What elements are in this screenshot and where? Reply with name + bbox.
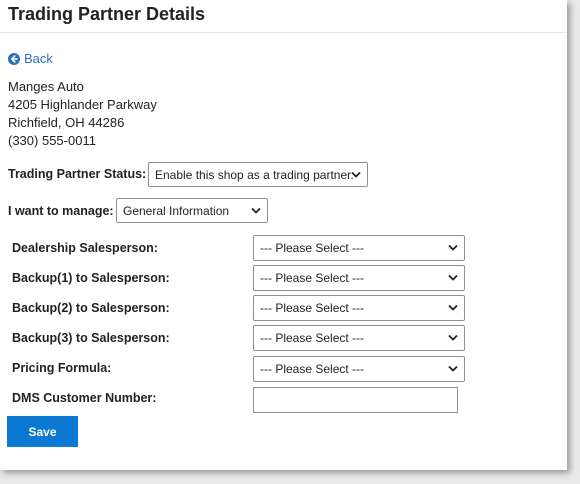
- back-link[interactable]: Back: [8, 51, 53, 66]
- manage-select-value: General Information: [123, 203, 230, 218]
- save-button[interactable]: Save: [7, 416, 78, 447]
- backup3-value: --- Please Select ---: [260, 331, 365, 345]
- dms-customer-number-input[interactable]: [253, 387, 458, 413]
- pricing-formula-select[interactable]: --- Please Select ---: [253, 356, 465, 382]
- backup2-label: Backup(2) to Salesperson:: [12, 301, 170, 315]
- status-select[interactable]: Enable this shop as a trading partner.: [148, 162, 368, 187]
- status-select-value: Enable this shop as a trading partner.: [155, 167, 354, 182]
- backup2-select[interactable]: --- Please Select ---: [253, 295, 465, 321]
- backup3-select[interactable]: --- Please Select ---: [253, 325, 465, 351]
- chevron-down-icon: [448, 274, 458, 281]
- pricing-formula-label: Pricing Formula:: [12, 361, 112, 375]
- back-link-label: Back: [24, 51, 53, 66]
- partner-address: Manges Auto 4205 Highlander Parkway Rich…: [8, 78, 157, 150]
- partner-name: Manges Auto: [8, 79, 84, 94]
- title-divider: [0, 32, 567, 33]
- backup2-value: --- Please Select ---: [260, 301, 365, 315]
- backup3-label: Backup(3) to Salesperson:: [12, 331, 170, 345]
- dealership-salesperson-value: --- Please Select ---: [260, 241, 365, 255]
- arrow-left-circle-icon: [8, 52, 20, 65]
- status-label: Trading Partner Status:: [8, 167, 147, 181]
- backup1-select[interactable]: --- Please Select ---: [253, 265, 465, 291]
- chevron-down-icon: [351, 171, 361, 178]
- dealership-salesperson-select[interactable]: --- Please Select ---: [253, 235, 465, 261]
- page-title: Trading Partner Details: [8, 4, 206, 24]
- manage-label: I want to manage:: [8, 204, 114, 218]
- backup1-value: --- Please Select ---: [260, 271, 365, 285]
- backup1-label: Backup(1) to Salesperson:: [12, 271, 170, 285]
- partner-street: 4205 Highlander Parkway: [8, 97, 157, 112]
- chevron-down-icon: [448, 334, 458, 341]
- dealership-salesperson-label: Dealership Salesperson:: [12, 241, 158, 255]
- dms-customer-number-label: DMS Customer Number:: [12, 391, 157, 405]
- pricing-formula-value: --- Please Select ---: [260, 362, 365, 376]
- partner-phone: (330) 555-0011: [8, 133, 96, 148]
- chevron-down-icon: [251, 207, 261, 214]
- manage-select[interactable]: General Information: [116, 198, 268, 223]
- partner-city-state-zip: Richfield, OH 44286: [8, 115, 125, 130]
- chevron-down-icon: [448, 365, 458, 372]
- chevron-down-icon: [448, 244, 458, 251]
- trading-partner-panel: Trading Partner Details Back Manges Auto…: [0, 0, 567, 470]
- chevron-down-icon: [448, 304, 458, 311]
